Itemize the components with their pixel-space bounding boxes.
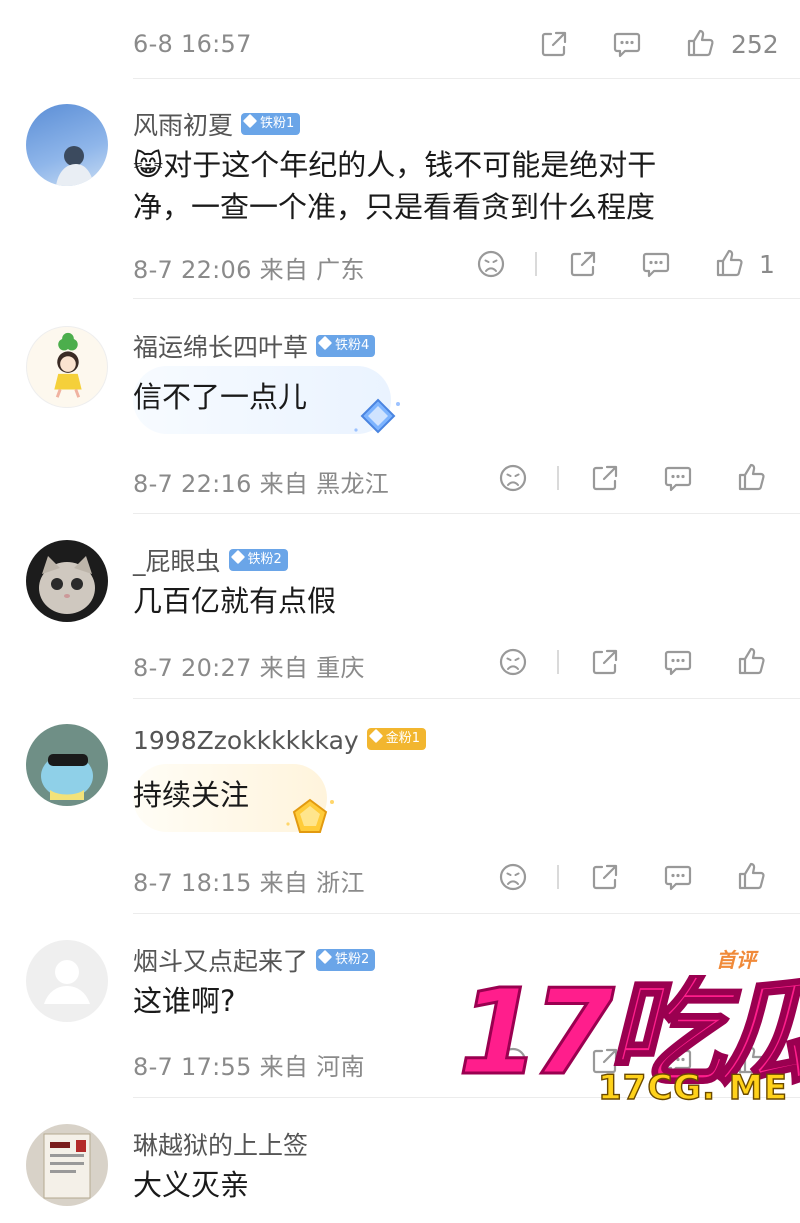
divider [133,78,800,79]
fan-badge[interactable]: 铁粉2 [316,949,376,971]
like-count: 1 [759,250,775,279]
avatar[interactable] [26,724,108,806]
comment-meta: 8-7 20:27 来自 重庆 [133,654,365,682]
dislike-icon[interactable] [497,462,529,494]
first-comment-tag: 首评 [716,948,756,972]
divider [133,513,800,514]
like-count: 252 [731,30,779,59]
diamond-sticker-icon [352,396,404,444]
post-timestamp: 6-8 16:57 [133,30,252,58]
like-icon[interactable] [735,645,767,677]
share-icon[interactable] [589,462,621,494]
username[interactable]: 风雨初夏 铁粉1 [133,106,301,142]
separator [557,865,559,889]
comment-text: 大义灭亲 [133,1168,250,1202]
comment-icon[interactable] [662,861,694,893]
share-icon[interactable] [589,861,621,893]
separator [557,466,559,490]
avatar[interactable] [26,540,108,622]
dislike-icon[interactable] [497,861,529,893]
fan-badge[interactable]: 铁粉4 [316,335,376,357]
comment-meta: 8-7 18:15 来自 浙江 [133,869,365,897]
username[interactable]: 琳越狱的上上签 [133,1126,308,1162]
gold-gem-sticker-icon [282,794,338,844]
comment-meta: 8-7 22:16 来自 黑龙江 [133,470,390,498]
username[interactable]: _屁眼虫 铁粉2 [133,542,288,578]
avatar[interactable] [26,326,108,408]
fan-badge[interactable]: 金粉1 [366,728,426,750]
like-icon[interactable] [684,27,716,59]
dislike-icon[interactable] [475,248,507,280]
comment-icon[interactable] [640,248,672,280]
fan-badge[interactable]: 铁粉2 [228,549,288,571]
divider [133,698,800,699]
comment-meta: 8-7 22:06 来自 广东 [133,256,365,284]
username[interactable]: 烟斗又点起来了 铁粉2 [133,942,376,978]
avatar[interactable] [26,940,108,1022]
comment-text: 几百亿就有点假 [133,584,337,618]
separator [557,650,559,674]
divider [133,913,800,914]
watermark-logo: 17吃瓜 17CG. ME [457,962,800,1109]
divider [133,298,800,299]
comment-text: 这谁啊? [133,984,236,1018]
dislike-icon[interactable] [497,646,529,678]
separator [535,252,537,276]
comment-text: 持续关注 [133,778,250,812]
like-icon[interactable] [735,461,767,493]
username[interactable]: 1998Zzokkkkkkay 金粉1 [133,726,426,755]
comment-text: 信不了一点儿 [133,380,308,414]
like-icon[interactable] [735,860,767,892]
username[interactable]: 福运绵长四叶草 铁粉4 [133,328,376,364]
avatar[interactable] [26,1124,108,1206]
share-icon[interactable] [567,248,599,280]
comment-icon[interactable] [611,28,643,60]
share-icon[interactable] [538,28,570,60]
comment-meta: 8-7 17:55 来自 河南 [133,1053,365,1081]
comment-text: 净，一查一个准，只是看看贪到什么程度 [133,190,656,224]
comment-icon[interactable] [662,462,694,494]
comment-text: 😸对于这个年纪的人，钱不可能是绝对干 [133,148,657,182]
like-icon[interactable] [713,247,745,279]
comment-icon[interactable] [662,646,694,678]
fan-badge[interactable]: 铁粉1 [241,113,301,135]
share-icon[interactable] [589,646,621,678]
watermark-small: 17CG. ME [598,1068,788,1105]
avatar[interactable] [26,104,108,186]
